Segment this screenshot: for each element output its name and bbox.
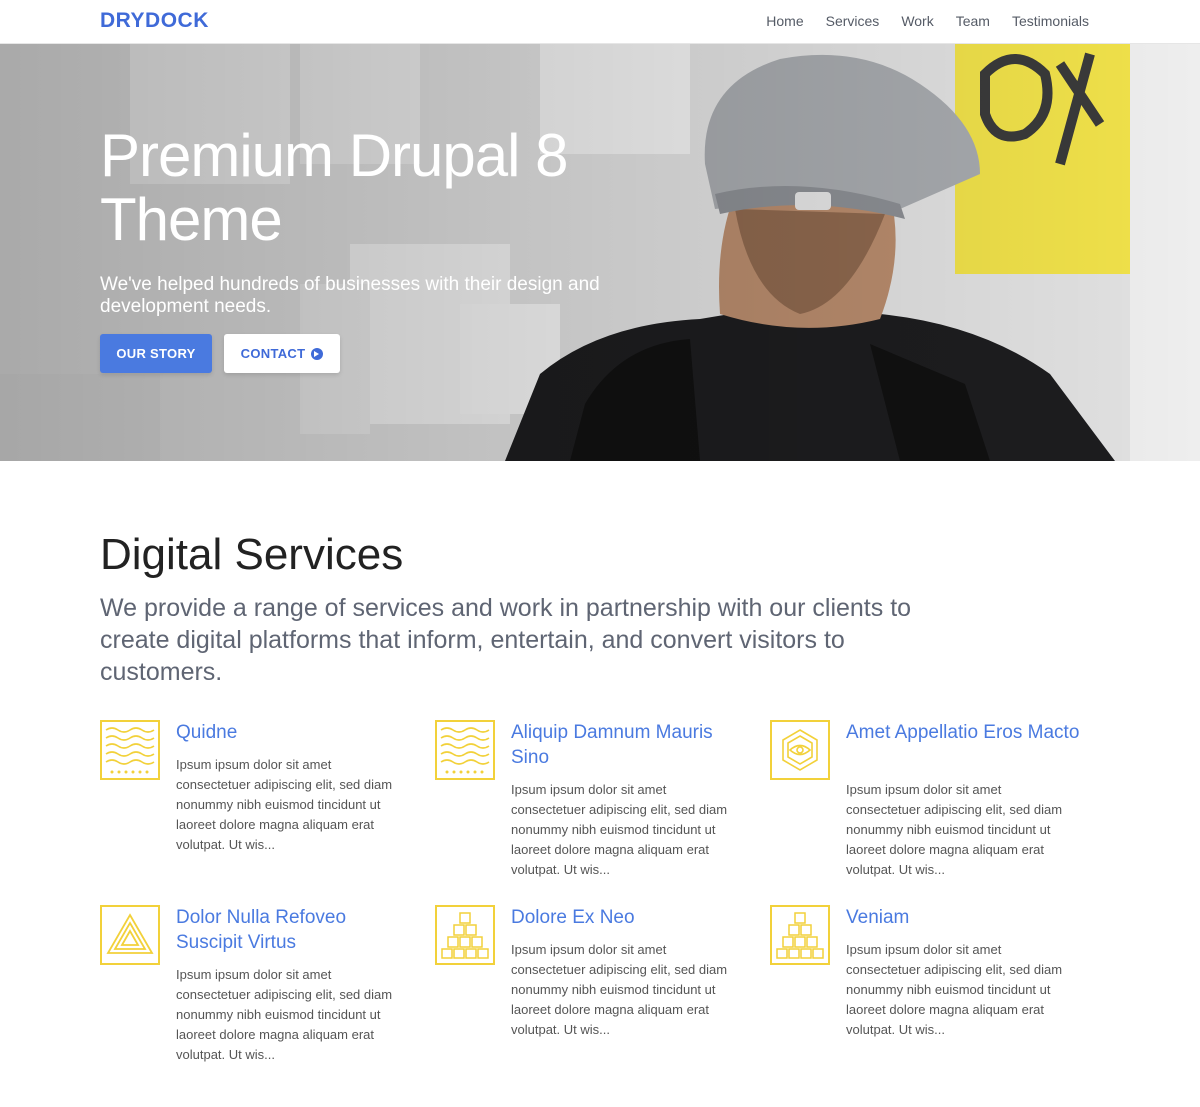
main-nav: Home Services Work Team Testimonials [766,13,1089,29]
hero-subtitle: We've helped hundreds of businesses with… [100,274,600,317]
nav-home[interactable]: Home [766,13,803,29]
nav-team[interactable]: Team [956,13,990,29]
arrow-circle-right-icon [311,347,324,360]
contact-label: CONTACT [240,346,306,361]
triangle-icon [100,905,160,965]
service-description: Ipsum ipsum dolor sit amet consectetuer … [176,757,393,852]
eye-hexagon-icon [770,720,830,780]
service-title[interactable]: Aliquip Damnum Mauris Sino [511,720,751,770]
contact-button[interactable]: CONTACT [224,334,340,373]
nav-testimonials[interactable]: Testimonials [1012,13,1089,29]
service-description: Ipsum ipsum dolor sit amet consectetuer … [511,942,728,1037]
services-intro: We provide a range of services and work … [100,594,912,686]
services-title: Digital Services [100,530,404,579]
our-story-button[interactable]: OUR STORY [100,334,212,373]
site-header: DRYDOCK Home Services Work Team Testimon… [0,0,1200,44]
cubes-icon [435,905,495,965]
service-title[interactable]: Dolore Ex Neo [511,905,751,930]
service-description: Ipsum ipsum dolor sit amet consectetuer … [846,942,1063,1037]
hero-title: Premium Drupal 8 Theme [100,122,569,253]
nav-services[interactable]: Services [826,13,880,29]
service-title[interactable]: Dolor Nulla Refoveo Suscipit Virtus [176,905,416,955]
waves-icon [435,720,495,780]
waves-icon [100,720,160,780]
service-title[interactable]: Veniam [846,905,1086,930]
service-title[interactable]: Quidne [176,720,416,745]
nav-work[interactable]: Work [901,13,933,29]
hero-section: Premium Drupal 8 Theme We've helped hund… [0,44,1200,461]
service-description: Ipsum ipsum dolor sit amet consectetuer … [176,967,393,1062]
service-title[interactable]: Amet Appellatio Eros Macto [846,720,1086,745]
our-story-label: OUR STORY [116,346,196,361]
site-logo[interactable]: DRYDOCK [100,9,209,33]
service-description: Ipsum ipsum dolor sit amet consectetuer … [511,782,728,877]
service-description: Ipsum ipsum dolor sit amet consectetuer … [846,782,1063,877]
cubes-icon [770,905,830,965]
